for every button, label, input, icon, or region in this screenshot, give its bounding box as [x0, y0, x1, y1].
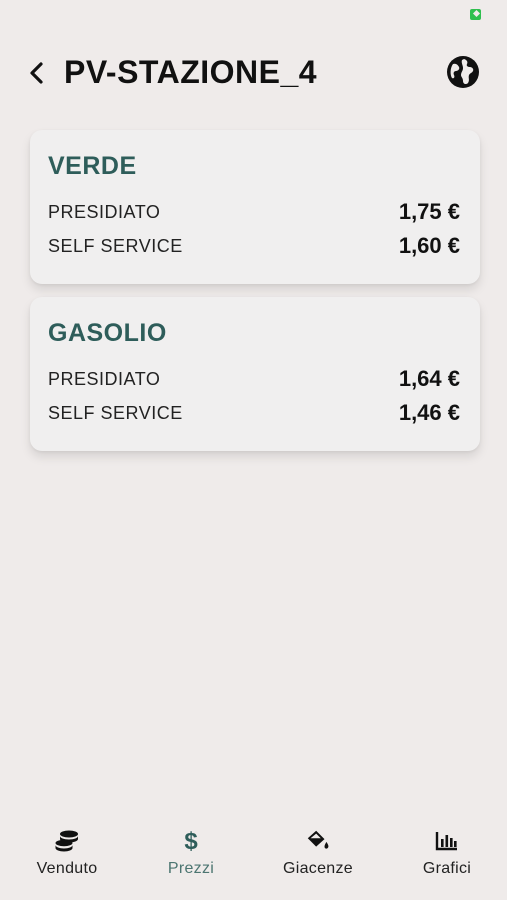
price-value: 1,64 €	[398, 366, 460, 391]
tab-giacenze[interactable]: Giacenze	[263, 828, 373, 888]
bar-chart-icon	[434, 828, 460, 854]
page-title: PV-STAZIONE_4	[64, 54, 318, 90]
screen: PV-STAZIONE_4 VERDE PRESIDIATO 1,75 € SE…	[0, 0, 507, 900]
tab-prezzi[interactable]: $ Prezzi	[136, 828, 246, 888]
coins-icon	[54, 828, 80, 854]
battery-icon	[470, 9, 481, 20]
service-label: PRESIDIATO	[48, 201, 161, 222]
service-label: SELF SERVICE	[48, 402, 183, 423]
tab-label: Prezzi	[167, 860, 215, 877]
paint-bucket-icon	[305, 828, 331, 854]
price-row: PRESIDIATO 1,75 €	[48, 199, 460, 225]
status-bar	[0, 0, 507, 28]
fuel-title: GASOLIO	[48, 319, 167, 347]
fuel-card-verde: VERDE PRESIDIATO 1,75 € SELF SERVICE 1,6…	[30, 130, 480, 284]
tab-bar: Venduto $ Prezzi Giacenze Grafici	[0, 822, 507, 900]
fuel-card-gasolio: GASOLIO PRESIDIATO 1,64 € SELF SERVICE 1…	[30, 297, 480, 451]
tab-label: Venduto	[36, 860, 98, 877]
price-value: 1,60 €	[398, 233, 460, 258]
header: PV-STAZIONE_4	[0, 48, 507, 96]
back-button[interactable]	[22, 58, 52, 88]
price-row: SELF SERVICE 1,60 €	[48, 233, 460, 259]
service-label: SELF SERVICE	[48, 235, 183, 256]
language-button[interactable]	[445, 54, 481, 90]
svg-text:$: $	[184, 828, 198, 854]
globe-icon	[447, 56, 479, 88]
chevron-left-icon	[30, 62, 43, 84]
price-value: 1,75 €	[398, 199, 460, 224]
tab-label: Grafici	[422, 860, 472, 877]
tab-venduto[interactable]: Venduto	[12, 828, 122, 888]
tab-grafici[interactable]: Grafici	[392, 828, 502, 888]
service-label: PRESIDIATO	[48, 368, 161, 389]
tab-label: Giacenze	[283, 860, 353, 877]
dollar-icon: $	[178, 828, 204, 854]
price-row: SELF SERVICE 1,46 €	[48, 400, 460, 426]
price-row: PRESIDIATO 1,64 €	[48, 366, 460, 392]
fuel-title: VERDE	[48, 152, 137, 180]
price-value: 1,46 €	[398, 400, 460, 425]
